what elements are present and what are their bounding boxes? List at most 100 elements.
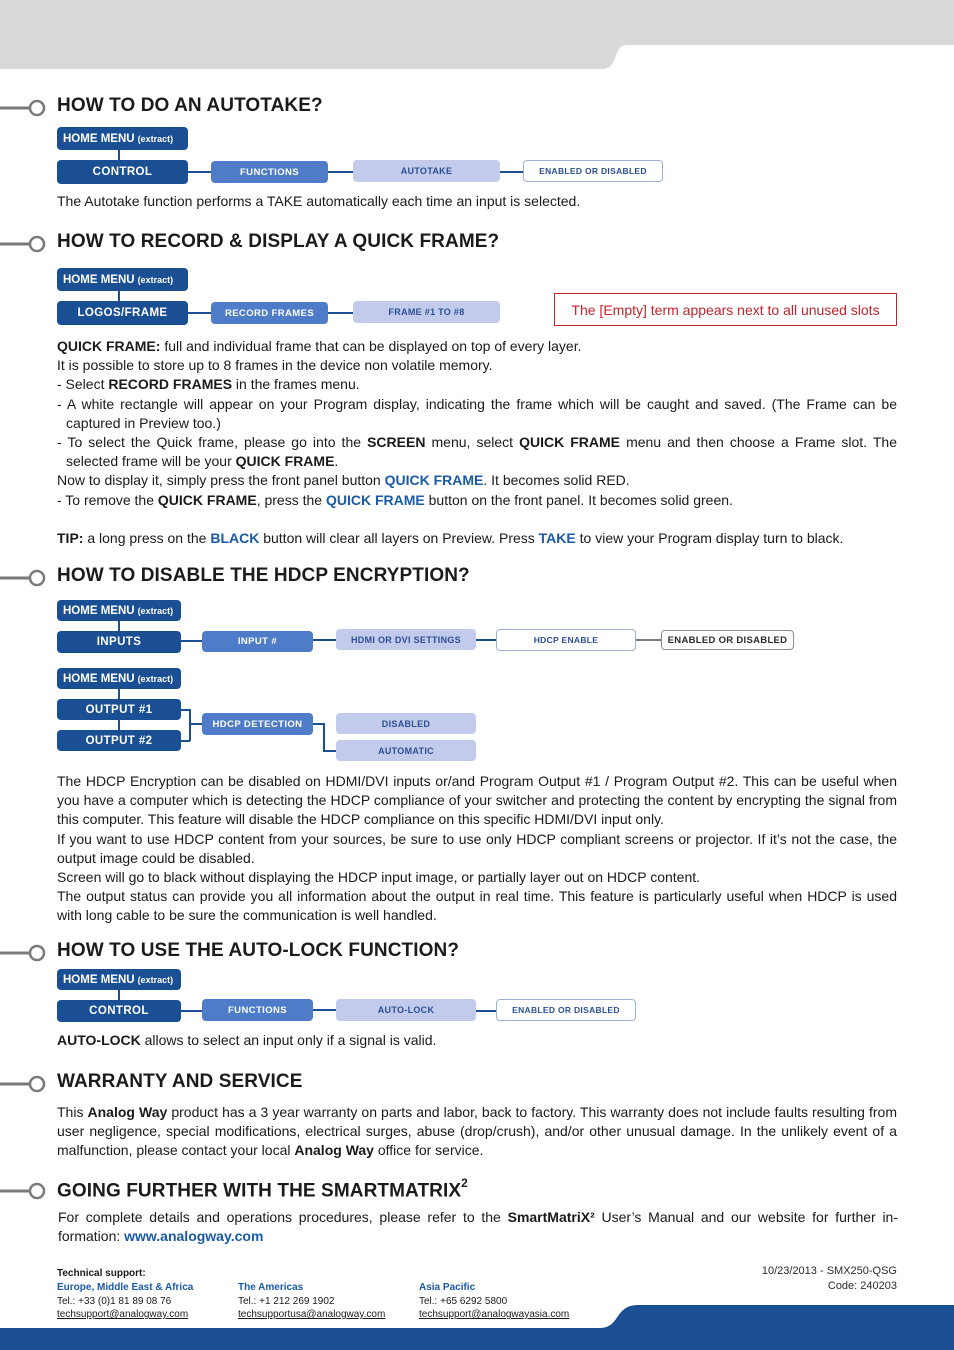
section-bullet-icon bbox=[0, 1075, 46, 1093]
hdcp-description: The HDCP Encryption can be disabled on H… bbox=[57, 772, 897, 926]
extract-label: (extract) bbox=[137, 133, 174, 144]
extract-label: (extract) bbox=[137, 673, 174, 684]
qf-text: - To select the Quick frame, please go i… bbox=[57, 434, 368, 451]
header-band bbox=[0, 0, 954, 69]
connector-line bbox=[476, 1010, 496, 1012]
quick-frame-button-ref: QUICK FRAME bbox=[384, 472, 484, 489]
menu-record-frames: RECORD FRAMES bbox=[211, 302, 328, 324]
quick-frame-button-ref: QUICK FRAME bbox=[325, 491, 425, 508]
qf-line-2: It is possible to store up to 8 frames i… bbox=[57, 357, 493, 374]
menu-functions: FUNCTIONS bbox=[211, 161, 328, 183]
home-menu-box: HOME MENU (extract) bbox=[57, 127, 188, 150]
document-reference: 10/23/2013 - SMX250-QSG bbox=[761, 1265, 897, 1277]
region-name: Europe, Middle East & Africa bbox=[57, 1282, 194, 1293]
qf-text: Now to display it, simply press the fron… bbox=[57, 472, 385, 489]
connector-line bbox=[500, 171, 523, 173]
section-title-text: GOING FURTHER WITH THE SMARTMATRIX bbox=[57, 1180, 462, 1202]
section-bullet-icon bbox=[0, 569, 46, 587]
menu-enabled-or-disabled: ENABLED OR DISABLED bbox=[523, 160, 663, 182]
further-part: For complete details and operations proc… bbox=[58, 1209, 508, 1225]
home-menu-box: HOME MENU (extract) bbox=[57, 600, 181, 621]
option-automatic: AUTOMATIC bbox=[336, 740, 476, 761]
qf-line-5: - To select the Quick frame, please go i… bbox=[57, 433, 897, 471]
section-bullet-icon bbox=[0, 99, 46, 117]
home-menu-box: HOME MENU (extract) bbox=[57, 969, 181, 990]
extract-label: (extract) bbox=[137, 605, 174, 616]
connector-line bbox=[188, 312, 211, 314]
extract-label: (extract) bbox=[137, 274, 174, 285]
connector-line bbox=[118, 150, 120, 160]
support-heading: Technical support: bbox=[57, 1268, 146, 1279]
connector-line bbox=[189, 709, 191, 741]
home-menu-box: HOME MENU (extract) bbox=[57, 668, 181, 689]
qf-term: RECORD FRAMES bbox=[108, 376, 233, 393]
menu-control: CONTROL bbox=[57, 160, 188, 184]
tip-label: TIP: bbox=[57, 530, 84, 547]
footer-band bbox=[0, 1305, 954, 1350]
menu-enabled-or-disabled: ENABLED OR DISABLED bbox=[661, 630, 794, 650]
extract-label: (extract) bbox=[137, 974, 174, 985]
qf-text: - To remove the bbox=[57, 491, 158, 508]
connector-line bbox=[328, 312, 353, 314]
further-description: For complete details and operations proc… bbox=[58, 1208, 898, 1246]
hdcp-paragraph: The output status can provide you all in… bbox=[57, 888, 897, 924]
autolock-text: AUTO-LOCK allows to select an input only… bbox=[57, 1031, 897, 1050]
empty-slot-note: The [Empty] term appears next to all unu… bbox=[554, 293, 897, 326]
menu-hdcp-detection: HDCP DETECTION bbox=[202, 713, 313, 735]
connector-line bbox=[323, 723, 325, 751]
qf-line-3: - Select RECORD FRAMES in the frames men… bbox=[57, 375, 897, 394]
qf-text: button on the front panel. It becomes so… bbox=[424, 491, 733, 508]
menu-logos-frame: LOGOS/FRAME bbox=[57, 301, 188, 325]
qf-text: , press the bbox=[256, 491, 326, 508]
take-button-ref: TAKE bbox=[538, 530, 576, 547]
qf-term: SCREEN bbox=[367, 434, 426, 451]
hdcp-paragraph: Screen will go to black without displayi… bbox=[57, 869, 701, 886]
qf-text: . It becomes solid RED. bbox=[483, 472, 630, 489]
warranty-description: This Analog Way product has a 3 year war… bbox=[57, 1103, 897, 1161]
home-menu-label: HOME MENU bbox=[63, 973, 135, 986]
home-menu-label: HOME MENU bbox=[63, 273, 135, 286]
connector-line bbox=[313, 639, 336, 641]
connector-line bbox=[188, 171, 211, 173]
product-name: SmartMatriX² bbox=[507, 1209, 595, 1225]
menu-input-number: INPUT # bbox=[202, 631, 313, 652]
website-link[interactable]: www.analogway.com bbox=[124, 1228, 263, 1244]
autolock-term: AUTO-LOCK bbox=[57, 1032, 141, 1048]
connector-line bbox=[323, 750, 336, 752]
connector-line bbox=[636, 639, 661, 641]
brand-name: Analog Way bbox=[294, 1142, 374, 1159]
brand-name: Analog Way bbox=[87, 1104, 168, 1120]
section-bullet-icon bbox=[0, 1182, 46, 1200]
support-heading-block: Technical support: bbox=[57, 1267, 146, 1281]
section-bullet-icon bbox=[0, 235, 46, 253]
autotake-description: The Autotake function performs a TAKE au… bbox=[57, 192, 897, 211]
section-bullet-icon bbox=[0, 944, 46, 962]
home-menu-label: HOME MENU bbox=[63, 672, 135, 685]
qf-line-7: - To remove the QUICK FRAME, press the Q… bbox=[57, 491, 897, 510]
further-text: For complete details and operations proc… bbox=[58, 1208, 898, 1246]
menu-auto-lock: AUTO-LOCK bbox=[336, 999, 476, 1021]
qf-line-4: - A white rectangle will appear on your … bbox=[57, 395, 897, 431]
warranty-text: This Analog Way product has a 3 year war… bbox=[57, 1103, 897, 1161]
superscript: 2 bbox=[461, 1176, 468, 1190]
autotake-text: The Autotake function performs a TAKE au… bbox=[57, 193, 581, 209]
connector-line bbox=[189, 723, 202, 725]
region-name: The Americas bbox=[238, 1282, 304, 1293]
connector-line bbox=[181, 1010, 202, 1012]
qf-tip: TIP: a long press on the BLACK button wi… bbox=[57, 529, 897, 548]
option-disabled: DISABLED bbox=[336, 713, 476, 734]
qf-text: to view your Program display turn to bla… bbox=[575, 530, 844, 547]
menu-autotake: AUTOTAKE bbox=[353, 160, 500, 182]
menu-functions: FUNCTIONS bbox=[202, 999, 313, 1021]
black-button-ref: BLACK bbox=[210, 530, 260, 547]
menu-output-2: OUTPUT #2 bbox=[57, 730, 181, 751]
menu-enabled-or-disabled: ENABLED OR DISABLED bbox=[496, 999, 636, 1021]
hdcp-paragraph: The HDCP Encryption can be disabled on H… bbox=[57, 773, 897, 828]
home-menu-box: HOME MENU (extract) bbox=[57, 268, 188, 291]
section-title: HOW TO USE THE AUTO-LOCK FUNCTION? bbox=[57, 940, 460, 961]
section-title: HOW TO DISABLE THE HDCP ENCRYPTION? bbox=[57, 565, 470, 586]
qf-term: QUICK FRAME bbox=[519, 434, 621, 451]
home-menu-label: HOME MENU bbox=[63, 604, 135, 617]
autolock-rest: allows to select an input only if a sign… bbox=[140, 1032, 437, 1048]
